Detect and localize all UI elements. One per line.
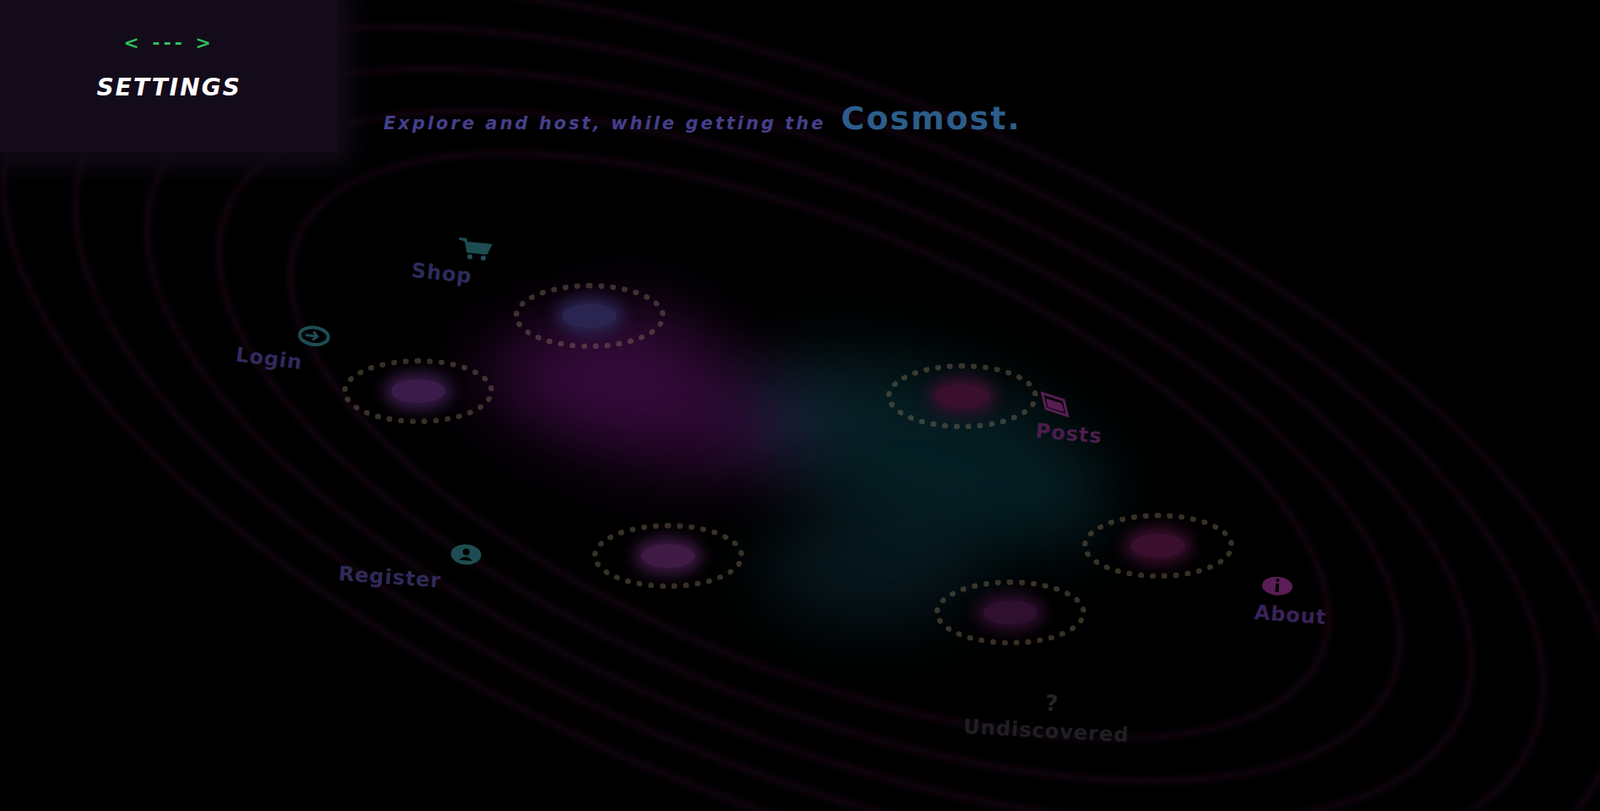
- header: < --- > SETTINGS Explore and host, while g…: [0, 0, 1600, 153]
- nav-node[interactable]: Posts: [1034, 391, 1106, 448]
- portal-ring[interactable]: [592, 522, 745, 589]
- node-label[interactable]: About: [1253, 601, 1328, 629]
- home-page: ShopLoginRegisterPostsAbout?Undiscovered…: [0, 0, 1600, 811]
- login-icon: [295, 321, 332, 350]
- settings-panel: < --- > SETTINGS: [0, 0, 338, 153]
- portal-core: [562, 304, 617, 328]
- portal-ring[interactable]: [934, 579, 1087, 646]
- portal-ring[interactable]: [886, 363, 1039, 430]
- portal-core: [391, 379, 446, 403]
- teal-glow: [760, 506, 980, 626]
- nav-node[interactable]: Login: [234, 315, 333, 377]
- info-icon: [1259, 572, 1296, 599]
- portal-core: [1131, 533, 1186, 558]
- register-icon: [448, 541, 485, 568]
- portal-core: [983, 600, 1038, 625]
- tagline-text: Explore and host, while getting the: [383, 113, 827, 134]
- portal-ring[interactable]: [513, 282, 666, 349]
- node-label[interactable]: Undiscovered: [963, 715, 1130, 747]
- node-label[interactable]: Register: [337, 562, 443, 593]
- nav-node[interactable]: Register: [337, 533, 485, 595]
- posts-icon: [1037, 391, 1073, 418]
- portal-core: [935, 384, 990, 409]
- question-icon: ?: [1044, 691, 1059, 716]
- settings-title[interactable]: SETTINGS: [96, 73, 241, 102]
- nav-node[interactable]: About: [1253, 572, 1330, 629]
- node-label[interactable]: Login: [234, 343, 305, 375]
- tagline: Explore and host, while getting the Cosmo…: [383, 0, 1022, 137]
- portal-ring[interactable]: [342, 358, 495, 425]
- portal-core: [641, 544, 696, 568]
- nav-node[interactable]: Shop: [410, 230, 494, 290]
- cart-icon: [457, 234, 494, 262]
- nav-node[interactable]: ?Undiscovered: [963, 686, 1132, 747]
- node-label[interactable]: Shop: [410, 259, 474, 289]
- brand-name: Cosmost.: [841, 99, 1023, 137]
- nav-arrows[interactable]: < --- >: [123, 32, 215, 54]
- portal-ring[interactable]: [1082, 512, 1235, 579]
